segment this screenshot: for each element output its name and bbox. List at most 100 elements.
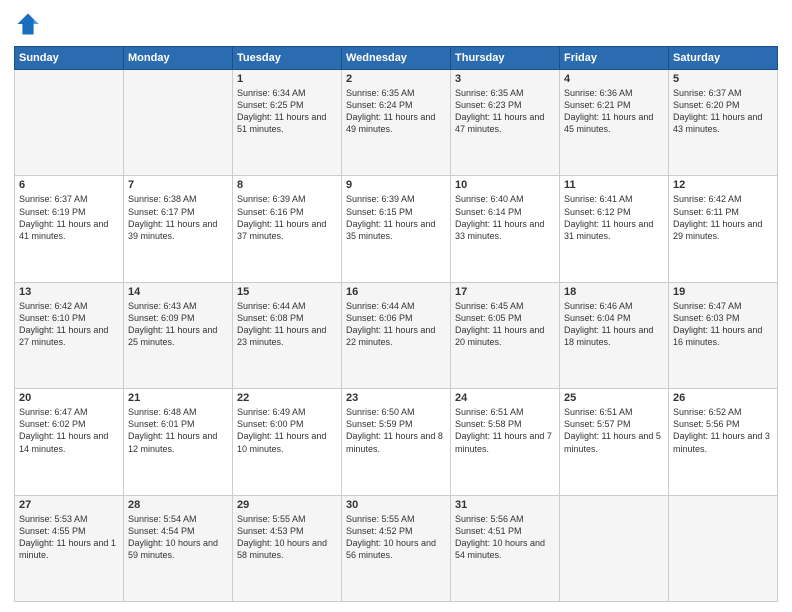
day-info: Sunrise: 6:42 AM Sunset: 6:11 PM Dayligh… <box>673 193 773 242</box>
calendar-cell: 5 Sunrise: 6:37 AM Sunset: 6:20 PM Daylig… <box>669 70 778 176</box>
calendar-cell: 25 Sunrise: 6:51 AM Sunset: 5:57 PM Dayli… <box>560 389 669 495</box>
day-info: Sunrise: 5:53 AM Sunset: 4:55 PM Dayligh… <box>19 513 119 562</box>
calendar-cell <box>15 70 124 176</box>
calendar-cell: 28Sunrise: 5:54 AM Sunset: 4:54 PM Dayli… <box>124 495 233 601</box>
day-number: 18 <box>564 286 664 298</box>
calendar-cell <box>669 495 778 601</box>
calendar-cell: 7 Sunrise: 6:38 AM Sunset: 6:17 PM Daylig… <box>124 176 233 282</box>
day-number: 8 <box>237 179 337 191</box>
page: SundayMondayTuesdayWednesdayThursdayFrid… <box>0 0 792 612</box>
calendar-cell: 8 Sunrise: 6:39 AM Sunset: 6:16 PM Daylig… <box>233 176 342 282</box>
day-number: 13 <box>19 286 119 298</box>
day-info: Sunrise: 5:55 AM Sunset: 4:52 PM Dayligh… <box>346 513 446 562</box>
day-info: Sunrise: 5:56 AM Sunset: 4:51 PM Dayligh… <box>455 513 555 562</box>
day-info: Sunrise: 6:36 AM Sunset: 6:21 PM Dayligh… <box>564 87 664 136</box>
day-info: Sunrise: 6:44 AM Sunset: 6:06 PM Dayligh… <box>346 300 446 349</box>
calendar-cell: 26 Sunrise: 6:52 AM Sunset: 5:56 PM Dayli… <box>669 389 778 495</box>
weekday-header-wednesday: Wednesday <box>342 47 451 70</box>
calendar-cell: 6 Sunrise: 6:37 AM Sunset: 6:19 PM Daylig… <box>15 176 124 282</box>
day-number: 20 <box>19 392 119 404</box>
day-info: Sunrise: 6:47 AM Sunset: 6:02 PM Dayligh… <box>19 406 119 455</box>
day-number: 16 <box>346 286 446 298</box>
day-number: 12 <box>673 179 773 191</box>
calendar-cell: 14Sunrise: 6:43 AM Sunset: 6:09 PM Dayli… <box>124 282 233 388</box>
week-row-2: 6 Sunrise: 6:37 AM Sunset: 6:19 PM Daylig… <box>15 176 778 282</box>
calendar-cell: 19Sunrise: 6:47 AM Sunset: 6:03 PM Dayli… <box>669 282 778 388</box>
weekday-header-friday: Friday <box>560 47 669 70</box>
day-number: 7 <box>128 179 228 191</box>
day-number: 30 <box>346 499 446 511</box>
calendar-cell: 16 Sunrise: 6:44 AM Sunset: 6:06 PM Dayli… <box>342 282 451 388</box>
day-info: Sunrise: 6:42 AM Sunset: 6:10 PM Dayligh… <box>19 300 119 349</box>
calendar-cell: 30 Sunrise: 5:55 AM Sunset: 4:52 PM Dayli… <box>342 495 451 601</box>
day-info: Sunrise: 5:55 AM Sunset: 4:53 PM Dayligh… <box>237 513 337 562</box>
day-info: Sunrise: 6:35 AM Sunset: 6:23 PM Dayligh… <box>455 87 555 136</box>
weekday-header-tuesday: Tuesday <box>233 47 342 70</box>
day-info: Sunrise: 6:35 AM Sunset: 6:24 PM Dayligh… <box>346 87 446 136</box>
day-number: 10 <box>455 179 555 191</box>
calendar-cell: 13 Sunrise: 6:42 AM Sunset: 6:10 PM Dayli… <box>15 282 124 388</box>
calendar-cell: 15 Sunrise: 6:44 AM Sunset: 6:08 PM Dayli… <box>233 282 342 388</box>
day-number: 28 <box>128 499 228 511</box>
logo <box>14 10 46 38</box>
day-info: Sunrise: 6:49 AM Sunset: 6:00 PM Dayligh… <box>237 406 337 455</box>
calendar-cell: 11Sunrise: 6:41 AM Sunset: 6:12 PM Dayli… <box>560 176 669 282</box>
day-number: 25 <box>564 392 664 404</box>
day-number: 4 <box>564 73 664 85</box>
day-info: Sunrise: 6:34 AM Sunset: 6:25 PM Dayligh… <box>237 87 337 136</box>
calendar-cell: 3Sunrise: 6:35 AM Sunset: 6:23 PM Daylig… <box>451 70 560 176</box>
calendar-cell: 10 Sunrise: 6:40 AM Sunset: 6:14 PM Dayli… <box>451 176 560 282</box>
day-info: Sunrise: 6:47 AM Sunset: 6:03 PM Dayligh… <box>673 300 773 349</box>
weekday-header-saturday: Saturday <box>669 47 778 70</box>
day-info: Sunrise: 6:37 AM Sunset: 6:19 PM Dayligh… <box>19 193 119 242</box>
day-number: 1 <box>237 73 337 85</box>
calendar-cell: 20 Sunrise: 6:47 AM Sunset: 6:02 PM Dayli… <box>15 389 124 495</box>
day-info: Sunrise: 6:43 AM Sunset: 6:09 PM Dayligh… <box>128 300 228 349</box>
day-number: 11 <box>564 179 664 191</box>
weekday-header-thursday: Thursday <box>451 47 560 70</box>
day-info: Sunrise: 6:38 AM Sunset: 6:17 PM Dayligh… <box>128 193 228 242</box>
day-info: Sunrise: 6:37 AM Sunset: 6:20 PM Dayligh… <box>673 87 773 136</box>
day-number: 24 <box>455 392 555 404</box>
day-info: Sunrise: 6:51 AM Sunset: 5:58 PM Dayligh… <box>455 406 555 455</box>
day-number: 29 <box>237 499 337 511</box>
day-info: Sunrise: 6:44 AM Sunset: 6:08 PM Dayligh… <box>237 300 337 349</box>
calendar-cell: 23Sunrise: 6:50 AM Sunset: 5:59 PM Dayli… <box>342 389 451 495</box>
day-info: Sunrise: 6:52 AM Sunset: 5:56 PM Dayligh… <box>673 406 773 455</box>
weekday-header-monday: Monday <box>124 47 233 70</box>
day-info: Sunrise: 6:50 AM Sunset: 5:59 PM Dayligh… <box>346 406 446 455</box>
header <box>14 10 778 38</box>
day-number: 17 <box>455 286 555 298</box>
calendar-cell: 4 Sunrise: 6:36 AM Sunset: 6:21 PM Daylig… <box>560 70 669 176</box>
day-info: Sunrise: 6:45 AM Sunset: 6:05 PM Dayligh… <box>455 300 555 349</box>
day-info: Sunrise: 6:39 AM Sunset: 6:16 PM Dayligh… <box>237 193 337 242</box>
calendar-cell: 22 Sunrise: 6:49 AM Sunset: 6:00 PM Dayli… <box>233 389 342 495</box>
day-number: 9 <box>346 179 446 191</box>
day-info: Sunrise: 6:40 AM Sunset: 6:14 PM Dayligh… <box>455 193 555 242</box>
calendar-cell: 9Sunrise: 6:39 AM Sunset: 6:15 PM Daylig… <box>342 176 451 282</box>
calendar-cell: 21 Sunrise: 6:48 AM Sunset: 6:01 PM Dayli… <box>124 389 233 495</box>
calendar-cell: 29 Sunrise: 5:55 AM Sunset: 4:53 PM Dayli… <box>233 495 342 601</box>
day-number: 2 <box>346 73 446 85</box>
day-number: 26 <box>673 392 773 404</box>
day-number: 27 <box>19 499 119 511</box>
day-number: 6 <box>19 179 119 191</box>
day-number: 15 <box>237 286 337 298</box>
calendar-cell: 1 Sunrise: 6:34 AM Sunset: 6:25 PM Daylig… <box>233 70 342 176</box>
week-row-5: 27 Sunrise: 5:53 AM Sunset: 4:55 PM Dayli… <box>15 495 778 601</box>
day-number: 31 <box>455 499 555 511</box>
day-number: 22 <box>237 392 337 404</box>
day-info: Sunrise: 6:51 AM Sunset: 5:57 PM Dayligh… <box>564 406 664 455</box>
calendar-cell: 17 Sunrise: 6:45 AM Sunset: 6:05 PM Dayli… <box>451 282 560 388</box>
day-number: 21 <box>128 392 228 404</box>
day-info: Sunrise: 6:46 AM Sunset: 6:04 PM Dayligh… <box>564 300 664 349</box>
calendar-cell: 12 Sunrise: 6:42 AM Sunset: 6:11 PM Dayli… <box>669 176 778 282</box>
calendar-cell: 18 Sunrise: 6:46 AM Sunset: 6:04 PM Dayli… <box>560 282 669 388</box>
logo-icon <box>14 10 42 38</box>
calendar-cell <box>560 495 669 601</box>
week-row-4: 20 Sunrise: 6:47 AM Sunset: 6:02 PM Dayli… <box>15 389 778 495</box>
day-number: 5 <box>673 73 773 85</box>
calendar-cell: 27 Sunrise: 5:53 AM Sunset: 4:55 PM Dayli… <box>15 495 124 601</box>
calendar-cell <box>124 70 233 176</box>
day-info: Sunrise: 6:48 AM Sunset: 6:01 PM Dayligh… <box>128 406 228 455</box>
